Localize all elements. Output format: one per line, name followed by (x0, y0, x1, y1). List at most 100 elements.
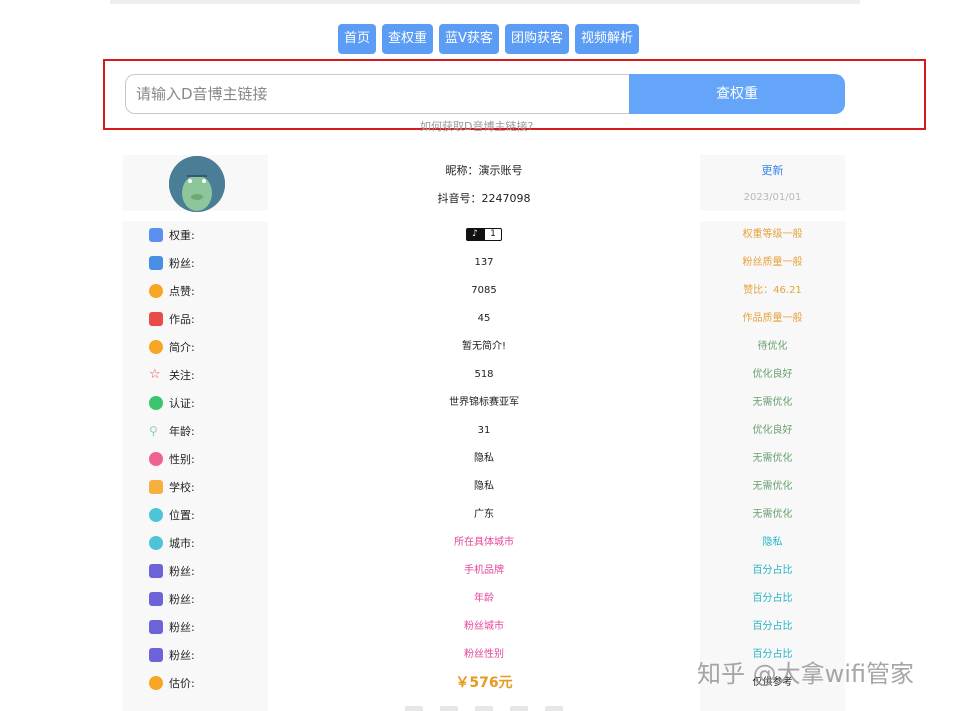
row-label-text: 权重: (169, 229, 195, 242)
row-label-text: 简介: (169, 341, 195, 354)
row-label: 学校: (149, 473, 195, 501)
table-row: 性别: 隐私 无需优化 (123, 445, 845, 473)
row-label-text: 认证: (169, 397, 195, 410)
row-value: 518 (474, 369, 494, 380)
row-value: 粉丝性别 (464, 649, 504, 660)
row-label: 作品: (149, 305, 195, 333)
row-label-text: 关注: (169, 369, 195, 382)
row-note: 优化良好 (752, 369, 793, 380)
watermark: 知乎 @大拿wifi管家 (697, 660, 915, 688)
row-label-text: 性别: (169, 453, 195, 466)
table-row: ☆ 关注: 518 优化良好 (123, 361, 845, 389)
row-label: 点赞: (149, 277, 195, 305)
video-icon (149, 312, 163, 326)
pager-tab[interactable] (440, 706, 458, 711)
row-note: 无需优化 (752, 453, 793, 464)
row-value: 137 (474, 257, 494, 268)
row-label: 粉丝: (149, 557, 195, 585)
table-row: 作品: 45 作品质量一般 (123, 305, 845, 333)
help-link[interactable]: 如何获取D音博主链接? (420, 118, 533, 134)
nav-groupbuy-button[interactable]: 团购获客 (504, 24, 569, 54)
table-row: 认证: 世界锦标赛亚军 无需优化 (123, 389, 845, 417)
row-value: 暂无简介! (461, 341, 506, 352)
nav-bluev-button[interactable]: 蓝V获客 (439, 24, 499, 54)
star-icon: ☆ (149, 367, 161, 382)
table-row: 粉丝: 手机品牌 百分占比 (123, 557, 845, 585)
fans-chart-icon (149, 620, 163, 634)
row-label-text: 位置: (169, 509, 195, 522)
gender-icon (149, 452, 163, 466)
table-row: 粉丝: 粉丝城市 百分占比 (123, 613, 845, 641)
row-note: 无需优化 (752, 397, 793, 408)
row-label: 性别: (149, 445, 195, 473)
row-label: ⚲ 年龄: (149, 417, 195, 445)
user-card-icon (149, 256, 163, 270)
row-note: 无需优化 (752, 509, 793, 520)
table-row: 简介: 暂无简介! 待优化 (123, 333, 845, 361)
check-weight-button[interactable]: 查权重 (629, 74, 845, 114)
nav-weight-button[interactable]: 查权重 (382, 24, 434, 54)
heart-icon (149, 284, 163, 298)
row-label-text: 粉丝: (169, 565, 195, 578)
row-label-text: 估价: (169, 677, 195, 690)
refresh-link[interactable]: 更新 (700, 162, 845, 178)
douyin-id: 抖音号：2247098 (437, 192, 531, 205)
row-label-text: 学校: (169, 481, 195, 494)
row-label-text: 点赞: (169, 285, 195, 298)
row-value: ♪ 1 (268, 221, 700, 249)
row-value: 年龄 (474, 593, 494, 604)
row-value: ￥576元 (455, 675, 513, 691)
school-icon (149, 480, 163, 494)
nickname: 昵称：演示账号 (445, 164, 523, 177)
blogger-link-input[interactable] (125, 74, 630, 114)
weight-level-number: 1 (484, 227, 502, 241)
pager-tab[interactable] (405, 706, 423, 711)
nav-video-parse-button[interactable]: 视频解析 (574, 24, 639, 54)
fans-chart-icon (149, 564, 163, 578)
check-circle-icon (149, 396, 163, 410)
row-label-text: 粉丝: (169, 621, 195, 634)
row-value: 粉丝城市 (464, 621, 504, 632)
row-value: 广东 (474, 509, 494, 520)
person-icon: ⚲ (149, 424, 158, 438)
money-bag-icon (149, 676, 163, 690)
update-date: 2023/01/01 (743, 192, 802, 203)
top-strip (110, 0, 860, 4)
row-label-text: 粉丝: (169, 649, 195, 662)
avatar (169, 156, 225, 212)
nav-home-button[interactable]: 首页 (338, 24, 377, 54)
row-label: 简介: (149, 333, 195, 361)
row-note: 作品质量一般 (742, 313, 803, 324)
pager-tab[interactable] (545, 706, 563, 711)
weight-level-badge: ♪ 1 (466, 227, 502, 241)
row-label: 权重: (149, 221, 195, 249)
row-label-text: 城市: (169, 537, 195, 550)
row-label-text: 作品: (169, 313, 195, 326)
row-value: 7085 (471, 285, 497, 296)
table-row: 学校: 隐私 无需优化 (123, 473, 845, 501)
stats-table: 权重: ♪ 1 权重等级一般 粉丝: 137 粉丝质量一般 点赞: 7085 赞比：46.21 作品… (123, 221, 845, 697)
table-row: 粉丝: 137 粉丝质量一般 (123, 249, 845, 277)
row-note: 隐私 (762, 537, 783, 548)
row-note: 权重等级一般 (742, 229, 803, 240)
table-row: 点赞: 7085 赞比：46.21 (123, 277, 845, 305)
top-nav: 首页 查权重 蓝V获客 团购获客 视频解析 (338, 24, 639, 54)
table-row: 城市: 所在具体城市 隐私 (123, 529, 845, 557)
row-label: ☆ 关注: (149, 361, 195, 389)
row-label: 估价: (149, 669, 195, 697)
pager (405, 706, 563, 711)
row-note: 百分占比 (752, 565, 793, 576)
row-label-text: 粉丝: (169, 593, 195, 606)
row-label-text: 年龄: (169, 425, 195, 438)
row-value: 45 (477, 313, 491, 324)
row-value: 隐私 (474, 481, 494, 492)
row-label: 位置: (149, 501, 195, 529)
pager-tab[interactable] (475, 706, 493, 711)
table-row: 权重: ♪ 1 权重等级一般 (123, 221, 845, 249)
row-label: 粉丝: (149, 249, 195, 277)
row-label: 粉丝: (149, 585, 195, 613)
row-value: 隐私 (474, 453, 494, 464)
douyin-logo-icon: ♪ (466, 227, 484, 241)
pager-tab[interactable] (510, 706, 528, 711)
row-label: 认证: (149, 389, 195, 417)
